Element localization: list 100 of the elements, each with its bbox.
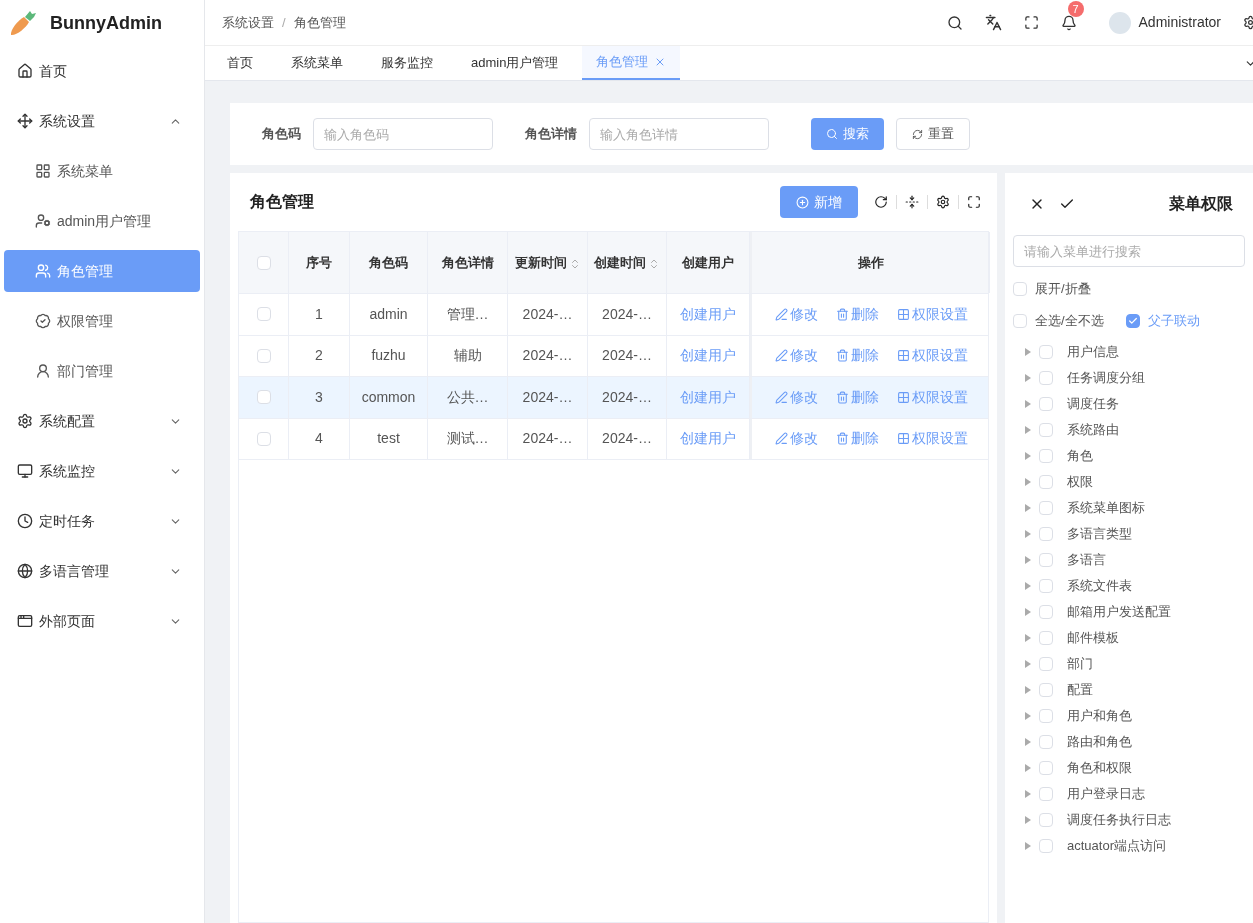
translate-icon[interactable] <box>984 14 1002 31</box>
column-header[interactable]: 角色码 <box>350 232 428 293</box>
expand-caret-icon[interactable] <box>1025 400 1031 408</box>
tree-node[interactable]: 系统菜单图标 <box>1025 495 1245 521</box>
user-gear-icon <box>35 213 51 229</box>
search-icon[interactable] <box>946 14 963 31</box>
table-cell-text: 2024-… <box>602 429 652 449</box>
badge-icon <box>35 313 51 329</box>
tree-node[interactable]: 用户和角色 <box>1025 703 1245 729</box>
density-icon[interactable] <box>905 195 919 209</box>
tree-node[interactable]: 调度任务 <box>1025 391 1245 417</box>
table-cell-text: 辅助 <box>453 346 482 366</box>
breadcrumb-link[interactable]: 角色管理 <box>293 12 346 33</box>
expand-caret-icon[interactable] <box>1025 348 1031 356</box>
sidebar-item[interactable]: 权限管理 <box>4 300 200 342</box>
expand-caret-icon[interactable] <box>1025 374 1031 382</box>
expand-caret-icon[interactable] <box>1025 842 1031 850</box>
expand-caret-icon[interactable] <box>1025 686 1031 694</box>
column-header[interactable]: 序号 <box>289 232 350 293</box>
expand-caret-icon[interactable] <box>1025 582 1031 590</box>
page-tab[interactable]: admin用户管理 <box>457 46 573 80</box>
bell-icon[interactable] <box>1060 14 1077 31</box>
sidebar-item[interactable]: 系统监控 <box>4 450 200 492</box>
expand-caret-icon[interactable] <box>1025 738 1031 746</box>
checkbox[interactable] <box>1125 314 1140 328</box>
sidebar-item[interactable]: 定时任务 <box>4 500 200 542</box>
expand-caret-icon[interactable] <box>1025 660 1031 668</box>
expand-caret-icon[interactable] <box>1025 504 1031 512</box>
checkbox-option[interactable]: 全选/全不选 <box>1013 311 1104 331</box>
tree-node[interactable]: 角色 <box>1025 443 1245 469</box>
tree-node[interactable]: 路由和角色 <box>1025 729 1245 755</box>
grid-icon <box>896 390 910 404</box>
pencil-icon <box>774 349 788 363</box>
tree-node[interactable]: 用户登录日志 <box>1025 781 1245 807</box>
settings-icon[interactable] <box>936 195 950 209</box>
checkmark-icon <box>1127 316 1138 326</box>
page-tab[interactable]: 服务监控 <box>367 46 447 80</box>
expand-caret-icon[interactable] <box>1025 634 1031 642</box>
table-cell-text: test <box>377 429 400 449</box>
refresh-icon[interactable] <box>874 195 888 209</box>
sidebar-item[interactable]: 系统配置 <box>4 400 200 442</box>
table-cell-text: 2024-… <box>602 304 652 324</box>
user-name[interactable]: Administrator <box>1138 12 1221 33</box>
tree-node[interactable]: 用户信息 <box>1025 339 1245 365</box>
column-header[interactable]: 创建时间 <box>588 232 667 293</box>
checkbox-option[interactable]: 展开/折叠 <box>1013 279 1245 299</box>
sidebar-item[interactable]: 多语言管理 <box>4 550 200 592</box>
tree-node[interactable]: 多语言 <box>1025 547 1245 573</box>
expand-caret-icon[interactable] <box>1025 530 1031 538</box>
avatar[interactable] <box>1108 11 1131 34</box>
breadcrumb-link[interactable]: 系统设置 <box>222 12 274 33</box>
page-tab[interactable]: 首页 <box>213 46 267 80</box>
tree-node[interactable]: actuator端点访问 <box>1025 833 1245 859</box>
search-field[interactable]: 请输入菜单进行搜索 <box>1013 235 1245 267</box>
notification-count: 7 <box>1067 0 1084 17</box>
fullscreen-icon[interactable] <box>967 195 981 209</box>
input-field[interactable]: 输入角色详情 <box>589 118 769 150</box>
users-icon <box>35 263 51 279</box>
page-tab[interactable]: 系统菜单 <box>277 46 357 80</box>
card-title: 角色管理 <box>250 192 315 212</box>
expand-caret-icon[interactable] <box>1025 816 1031 824</box>
column-header[interactable]: 更新时间 <box>508 232 588 293</box>
reset-button[interactable]: 重置 <box>896 118 970 150</box>
column-header[interactable]: 角色详情 <box>428 232 508 293</box>
expand-caret-icon[interactable] <box>1025 608 1031 616</box>
expand-caret-icon[interactable] <box>1025 426 1031 434</box>
fullscreen-icon[interactable] <box>1023 15 1039 30</box>
sidebar-item[interactable]: 部门管理 <box>4 350 200 392</box>
table-cell-text: 2024-… <box>522 387 573 407</box>
tree-node[interactable]: 部门 <box>1025 651 1245 677</box>
expand-caret-icon[interactable] <box>1025 712 1031 720</box>
table-cell-text: 3 <box>315 387 323 407</box>
expand-caret-icon[interactable] <box>1025 478 1031 486</box>
table-cell-text: 2 <box>315 346 323 366</box>
tree-node[interactable]: 邮件模板 <box>1025 625 1245 651</box>
sort-icon[interactable] <box>648 257 660 270</box>
expand-caret-icon[interactable] <box>1025 790 1031 798</box>
sidebar-item[interactable]: 首页 <box>4 50 200 92</box>
input-field[interactable]: 输入角色码 <box>313 118 493 150</box>
tree-node[interactable]: 权限 <box>1025 469 1245 495</box>
sidebar-item[interactable]: 外部页面 <box>4 600 200 642</box>
sidebar-item[interactable]: admin用户管理 <box>4 200 200 242</box>
expand-caret-icon[interactable] <box>1025 764 1031 772</box>
expand-caret-icon[interactable] <box>1025 556 1031 564</box>
tree-node[interactable]: 系统路由 <box>1025 417 1245 443</box>
sidebar-item[interactable]: 系统菜单 <box>4 150 200 192</box>
tree-node[interactable]: 角色和权限 <box>1025 755 1245 781</box>
search-icon <box>826 128 838 140</box>
tree-node[interactable]: 任务调度分组 <box>1025 365 1245 391</box>
tree-node[interactable]: 系统文件表 <box>1025 573 1245 599</box>
expand-caret-icon[interactable] <box>1025 452 1031 460</box>
column-header[interactable]: 创建用户 <box>667 232 750 293</box>
tree-node[interactable]: 多语言类型 <box>1025 521 1245 547</box>
monitor-icon <box>17 463 33 479</box>
table-cell-text: 4 <box>315 429 323 449</box>
tree-node[interactable]: 配置 <box>1025 677 1245 703</box>
user-icon <box>35 363 51 379</box>
tree-node[interactable]: 调度任务执行日志 <box>1025 807 1245 833</box>
sidebar-item[interactable]: 系统设置 <box>4 100 200 142</box>
tree-node[interactable]: 邮箱用户发送配置 <box>1025 599 1245 625</box>
